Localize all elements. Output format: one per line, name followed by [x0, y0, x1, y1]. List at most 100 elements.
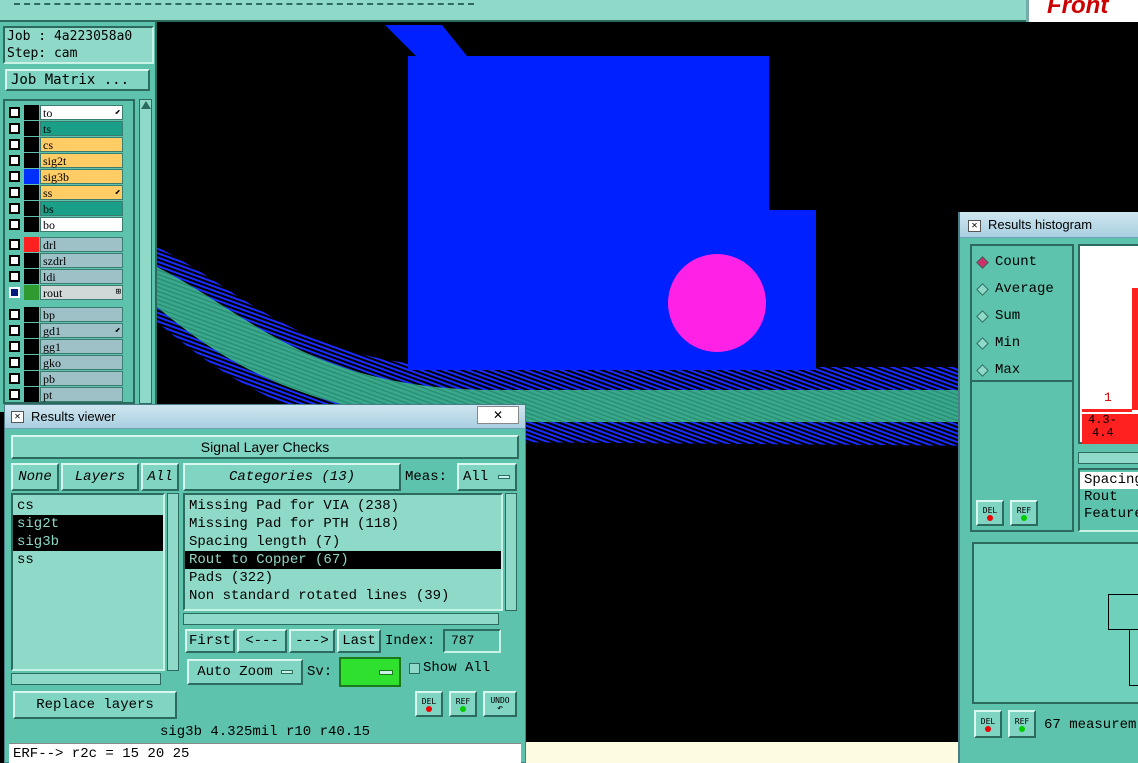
- layer-scrollbar[interactable]: [139, 99, 152, 404]
- auto-zoom-select[interactable]: Auto Zoom: [187, 659, 303, 685]
- layer-display-swatch[interactable]: [24, 169, 39, 184]
- window-menu-icon[interactable]: ✕: [968, 220, 981, 232]
- layer-display-swatch[interactable]: [24, 339, 39, 354]
- layer-affected-checkbox[interactable]: [9, 203, 20, 214]
- results-viewer-titlebar[interactable]: ✕ Results viewer ✕: [5, 405, 525, 429]
- show-all-checkbox[interactable]: [409, 663, 420, 674]
- layer-display-swatch[interactable]: [24, 137, 39, 152]
- layers-list-hscrollbar[interactable]: [11, 673, 161, 685]
- index-field[interactable]: 787: [443, 629, 501, 653]
- none-button[interactable]: None: [11, 463, 59, 491]
- layer-row-ss[interactable]: ss ⬋: [7, 185, 124, 200]
- layer-affected-checkbox[interactable]: [9, 107, 20, 118]
- result-layers-list[interactable]: cs sig2t sig3b ss: [11, 493, 165, 671]
- layer-display-swatch[interactable]: [24, 371, 39, 386]
- layer-row-bs[interactable]: bs: [7, 201, 124, 216]
- layer-row-bo[interactable]: bo: [7, 217, 124, 232]
- categories-hscrollbar[interactable]: [183, 613, 499, 625]
- layer-affected-checkbox[interactable]: [9, 309, 20, 320]
- layer-row-sig2t[interactable]: sig2t: [7, 153, 124, 168]
- layer-row-bp[interactable]: bp: [7, 307, 124, 322]
- category-item[interactable]: Pads (322): [185, 569, 501, 587]
- previous-button[interactable]: <---: [237, 629, 287, 653]
- layer-affected-checkbox[interactable]: [9, 187, 20, 198]
- result-layer-item[interactable]: cs: [13, 497, 163, 515]
- last-button[interactable]: Last: [337, 629, 381, 653]
- window-menu-icon[interactable]: ✕: [11, 411, 24, 423]
- layers-list-scrollbar[interactable]: [167, 493, 179, 671]
- layer-row-rout[interactable]: rout ⊞: [7, 285, 124, 300]
- layer-display-swatch[interactable]: [24, 285, 39, 300]
- layer-affected-checkbox[interactable]: [9, 325, 20, 336]
- layer-row-cs[interactable]: cs: [7, 137, 124, 152]
- layer-row-sig3b[interactable]: sig3b: [7, 169, 124, 184]
- command-line[interactable]: ERF--> r2c = 15 20 25: [9, 743, 521, 763]
- layer-display-swatch[interactable]: [24, 355, 39, 370]
- layer-display-swatch[interactable]: [24, 153, 39, 168]
- ref-button[interactable]: REF: [449, 691, 477, 717]
- histogram-titlebar[interactable]: ✕ Results histogram: [960, 212, 1138, 238]
- layer-display-swatch[interactable]: [24, 105, 39, 120]
- layer-row-gd1[interactable]: gd1 ⬋: [7, 323, 124, 338]
- severity-select[interactable]: [339, 657, 401, 687]
- layer-display-swatch[interactable]: [24, 269, 39, 284]
- layer-row-gg1[interactable]: gg1: [7, 339, 124, 354]
- layer-display-swatch[interactable]: [24, 323, 39, 338]
- meas-select[interactable]: All: [457, 463, 517, 491]
- layer-affected-checkbox[interactable]: [9, 155, 20, 166]
- layer-display-swatch[interactable]: [24, 387, 39, 402]
- ref-button[interactable]: REF: [1010, 500, 1038, 526]
- del-button[interactable]: DEL: [976, 500, 1004, 526]
- histogram-option-average[interactable]: Average: [976, 279, 1054, 299]
- close-icon[interactable]: ✕: [477, 406, 519, 424]
- layer-scroll-up[interactable]: [141, 101, 151, 109]
- all-layers-button[interactable]: All: [141, 463, 179, 491]
- replace-layers-button[interactable]: Replace layers: [13, 691, 177, 719]
- layer-row-drl[interactable]: drl: [7, 237, 124, 252]
- layer-affected-checkbox[interactable]: [9, 357, 20, 368]
- layer-row-szdrl[interactable]: szdrl: [7, 253, 124, 268]
- category-item[interactable]: Rout to Copper (67): [185, 551, 501, 569]
- layer-affected-checkbox[interactable]: [9, 239, 20, 250]
- undo-button[interactable]: UNDO ↶: [483, 691, 517, 717]
- histogram-option-count[interactable]: Count: [976, 252, 1037, 272]
- layer-row-pb[interactable]: pb: [7, 371, 124, 386]
- layer-affected-checkbox[interactable]: [9, 219, 20, 230]
- category-item[interactable]: Missing Pad for PTH (118): [185, 515, 501, 533]
- layer-row-ldi[interactable]: ldi: [7, 269, 124, 284]
- job-matrix-button[interactable]: Job Matrix ...: [5, 69, 150, 91]
- layer-display-swatch[interactable]: [24, 201, 39, 216]
- layer-affected-checkbox[interactable]: [9, 255, 20, 266]
- category-item[interactable]: Spacing length (7): [185, 533, 501, 551]
- layer-affected-checkbox[interactable]: [9, 271, 20, 282]
- categories-scrollbar[interactable]: [505, 493, 517, 611]
- histogram-option-min[interactable]: Min: [976, 333, 1020, 353]
- histogram-list-item[interactable]: Spacing: [1080, 472, 1138, 489]
- histogram-result-list[interactable]: Spacing Rout Feature: [1078, 468, 1138, 532]
- del-button[interactable]: DEL: [415, 691, 443, 717]
- layer-row-to[interactable]: to ⬋: [7, 105, 124, 120]
- histogram-list-item[interactable]: Feature: [1080, 506, 1138, 523]
- layer-display-swatch[interactable]: [24, 253, 39, 268]
- categories-list[interactable]: Missing Pad for VIA (238) Missing Pad for…: [183, 493, 503, 611]
- del-button[interactable]: DEL: [974, 710, 1002, 738]
- first-button[interactable]: First: [185, 629, 235, 653]
- histogram-hscrollbar[interactable]: [1078, 452, 1138, 464]
- layer-affected-checkbox[interactable]: [9, 373, 20, 384]
- layer-display-swatch[interactable]: [24, 237, 39, 252]
- layer-affected-checkbox[interactable]: [9, 171, 20, 182]
- layer-row-ts[interactable]: ts: [7, 121, 124, 136]
- result-layer-item[interactable]: sig2t: [13, 515, 163, 533]
- layer-row-gko[interactable]: gko: [7, 355, 124, 370]
- layer-affected-checkbox[interactable]: [9, 389, 20, 400]
- histogram-option-sum[interactable]: Sum: [976, 306, 1020, 326]
- layers-tab-button[interactable]: Layers: [61, 463, 139, 491]
- category-item[interactable]: Missing Pad for VIA (238): [185, 497, 501, 515]
- layer-affected-checkbox[interactable]: [9, 139, 20, 150]
- layer-display-swatch[interactable]: [24, 217, 39, 232]
- histogram-option-max[interactable]: Max: [976, 360, 1020, 380]
- layer-affected-checkbox[interactable]: [9, 341, 20, 352]
- layer-affected-checkbox[interactable]: [9, 123, 20, 134]
- category-item[interactable]: Non standard rotated lines (39): [185, 587, 501, 605]
- layer-row-pt[interactable]: pt: [7, 387, 124, 402]
